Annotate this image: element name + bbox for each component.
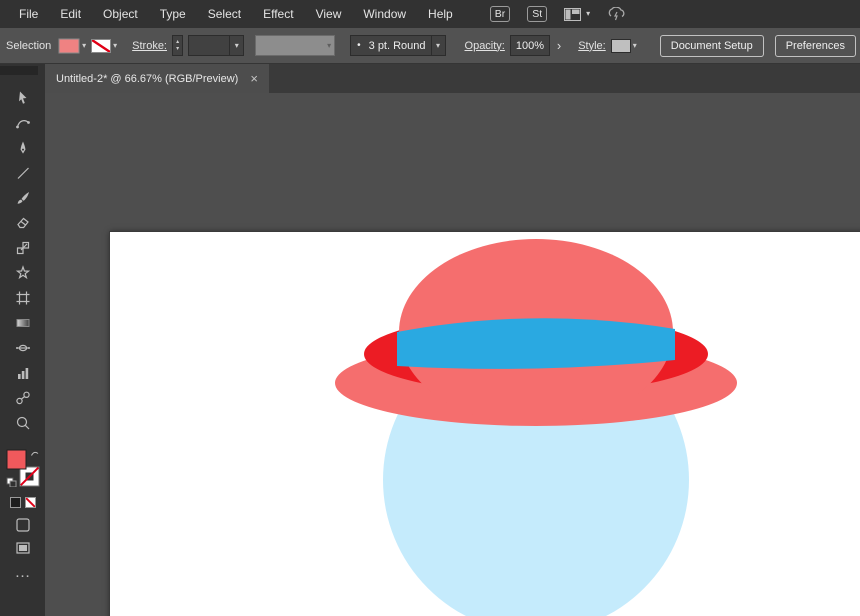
opacity-input[interactable]: 100%: [510, 35, 550, 56]
chevron-down-icon[interactable]: ▾: [113, 42, 117, 50]
menu-select[interactable]: Select: [197, 0, 252, 28]
stepper-up-icon[interactable]: ▴: [176, 39, 179, 46]
chevron-down-icon[interactable]: ▾: [436, 42, 440, 50]
style-label[interactable]: Style:: [578, 40, 606, 52]
edit-toolbar-icon[interactable]: …: [15, 564, 31, 582]
chevron-down-icon[interactable]: ▾: [235, 42, 239, 50]
variable-width-profile-select[interactable]: ▾: [255, 35, 335, 56]
paintbrush-tool[interactable]: [0, 185, 45, 210]
document-setup-button[interactable]: Document Setup: [660, 35, 764, 57]
workspace-switcher[interactable]: ▾: [564, 8, 590, 21]
color-button[interactable]: [10, 497, 21, 508]
none-button[interactable]: [25, 497, 36, 508]
context-label: Selection: [4, 40, 53, 52]
selection-tool[interactable]: [0, 85, 45, 110]
control-bar: Selection ▾ ▾ Stroke: ▴ ▾ ▾ ▾ • 3 pt. Ro…: [0, 28, 860, 64]
stock-button[interactable]: St: [527, 6, 547, 22]
opacity-panel-arrow[interactable]: ›: [555, 38, 563, 53]
fill-color-well[interactable]: ▾: [58, 38, 86, 54]
stroke-none-swatch: [91, 39, 111, 53]
chevron-down-icon[interactable]: ▾: [82, 42, 86, 50]
default-fill-stroke-icon[interactable]: [10, 481, 16, 487]
document-tab[interactable]: Untitled-2* @ 66.67% (RGB/Preview) ×: [45, 64, 269, 93]
artboard[interactable]: [110, 232, 860, 616]
zoom-tool[interactable]: [0, 410, 45, 435]
menubar: File Edit Object Type Select Effect View…: [0, 0, 860, 28]
fill-stroke-indicator[interactable]: [6, 449, 40, 487]
hat-band-shape[interactable]: [397, 318, 675, 369]
stroke-label[interactable]: Stroke:: [132, 40, 167, 52]
curvature-tool[interactable]: [0, 110, 45, 135]
style-select[interactable]: ▾: [611, 39, 637, 53]
chevron-down-icon: ▾: [327, 42, 331, 50]
menu-type[interactable]: Type: [149, 0, 197, 28]
sync-status-icon[interactable]: [607, 7, 627, 21]
gradient-tool[interactable]: [0, 310, 45, 335]
swatch-buttons: [10, 497, 36, 508]
fill-swatch: [58, 38, 80, 54]
menubar-right-icons: Br St ▾: [490, 6, 627, 22]
tools-panel-header[interactable]: [0, 66, 38, 75]
document-tab-title: Untitled-2* @ 66.67% (RGB/Preview): [56, 73, 238, 85]
hat-artwork: [110, 232, 860, 616]
illustrator-window: File Edit Object Type Select Effect View…: [0, 0, 860, 616]
brush-definition-value: 3 pt. Round: [364, 40, 431, 52]
opacity-value: 100%: [511, 40, 549, 52]
scale-tool[interactable]: [0, 235, 45, 260]
chevron-down-icon: ▾: [586, 10, 590, 18]
workspace-icon: [564, 8, 581, 21]
shape-builder-tool[interactable]: [0, 260, 45, 285]
width-tool[interactable]: [0, 335, 45, 360]
opacity-label[interactable]: Opacity:: [465, 40, 505, 52]
menu-help[interactable]: Help: [417, 0, 464, 28]
artboard-tool[interactable]: [0, 285, 45, 310]
style-swatch: [611, 39, 631, 53]
eraser-tool[interactable]: [0, 210, 45, 235]
close-icon[interactable]: ×: [250, 72, 258, 85]
menu-view[interactable]: View: [305, 0, 353, 28]
menu-file[interactable]: File: [8, 0, 49, 28]
tools-panel: …: [0, 64, 45, 616]
fill-indicator[interactable]: [7, 450, 26, 469]
document-area: Untitled-2* @ 66.67% (RGB/Preview) ×: [45, 64, 860, 616]
menu-edit[interactable]: Edit: [49, 0, 92, 28]
brush-definition-select[interactable]: • 3 pt. Round ▾: [350, 35, 445, 56]
canvas-pasteboard[interactable]: [45, 93, 860, 616]
blend-tool[interactable]: [0, 385, 45, 410]
menu-effect[interactable]: Effect: [252, 0, 304, 28]
stroke-weight-select[interactable]: ▾: [188, 35, 244, 56]
line-segment-tool[interactable]: [0, 160, 45, 185]
screen-mode-icon[interactable]: [16, 542, 30, 554]
main-area: … Untitled-2* @ 66.67% (RGB/Preview) ×: [0, 64, 860, 616]
stroke-color-well[interactable]: ▾: [91, 39, 117, 53]
document-tabstrip: Untitled-2* @ 66.67% (RGB/Preview) ×: [45, 64, 860, 93]
pen-tool[interactable]: [0, 135, 45, 160]
draw-mode-icon[interactable]: [16, 518, 30, 532]
swap-fill-stroke-icon[interactable]: [31, 452, 38, 455]
stroke-weight-stepper[interactable]: ▴ ▾: [172, 35, 183, 56]
bridge-button[interactable]: Br: [490, 6, 511, 22]
chevron-down-icon[interactable]: ▾: [633, 42, 637, 50]
menu-window[interactable]: Window: [352, 0, 417, 28]
menu-object[interactable]: Object: [92, 0, 149, 28]
column-graph-tool[interactable]: [0, 360, 45, 385]
brush-preview-icon: •: [351, 40, 364, 51]
stepper-down-icon[interactable]: ▾: [176, 46, 179, 53]
preferences-button[interactable]: Preferences: [775, 35, 856, 57]
